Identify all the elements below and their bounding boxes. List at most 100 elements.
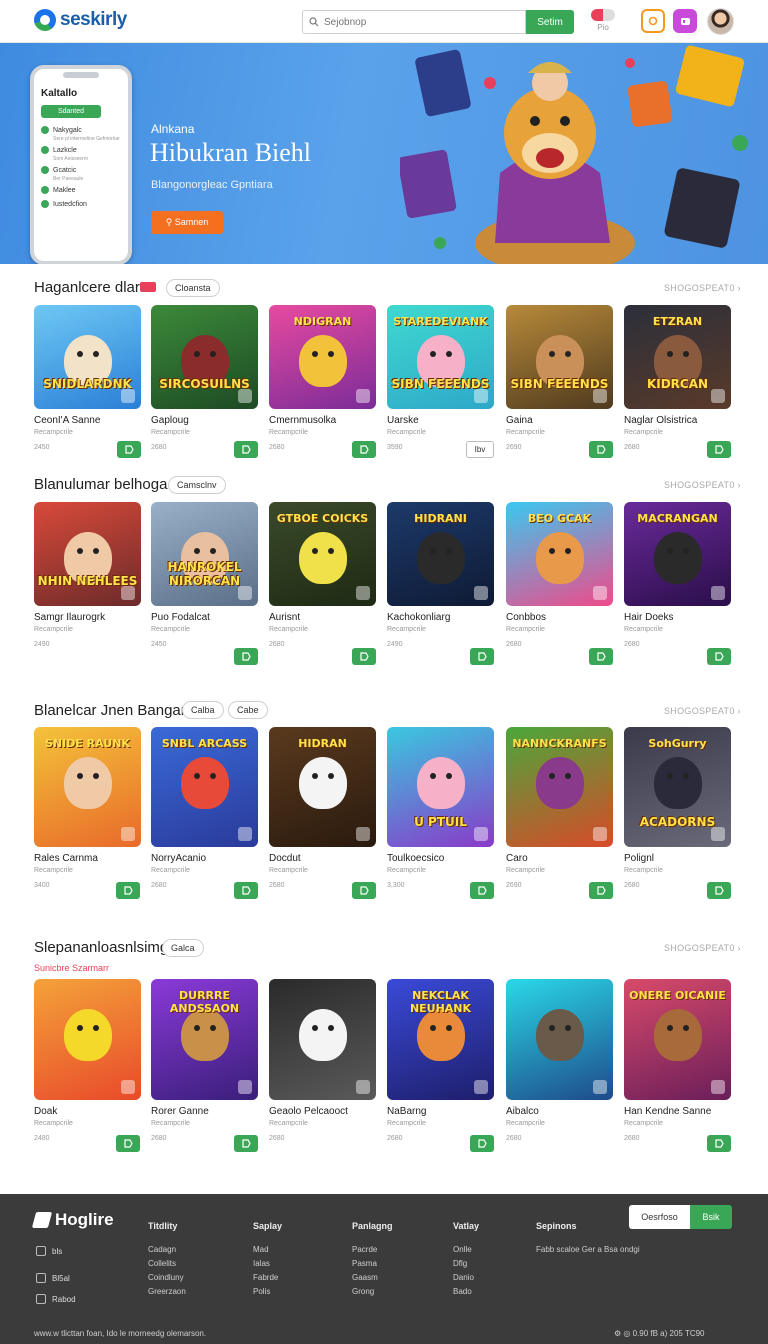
game-character bbox=[299, 532, 347, 584]
footer-side-item[interactable]: bls bbox=[36, 1246, 62, 1256]
see-all-link[interactable]: SHOGOSPEAT0 › bbox=[664, 943, 741, 953]
footer-link[interactable]: Danio bbox=[453, 1273, 479, 1282]
see-all-link[interactable]: SHOGOSPEAT0 › bbox=[664, 706, 741, 716]
game-card[interactable]: ONERE OICANIE Han Kendne Sanne Recampcri… bbox=[624, 979, 731, 1152]
play-button[interactable] bbox=[707, 648, 731, 665]
game-card[interactable]: BEO GCAK Conbbos Recampcrile 2680 bbox=[506, 502, 613, 665]
play-button[interactable] bbox=[470, 1135, 494, 1152]
see-all-link[interactable]: SHOGOSPEAT0 › bbox=[664, 480, 741, 490]
game-card[interactable]: NANNCKRANFS Caro Recampcrile 2690 bbox=[506, 727, 613, 899]
footer-link[interactable]: Fabrde bbox=[253, 1273, 282, 1282]
subscribe-button[interactable]: Bsik bbox=[690, 1205, 732, 1229]
play-button[interactable] bbox=[116, 882, 140, 899]
footer-link[interactable]: Mad bbox=[253, 1245, 282, 1254]
game-card[interactable]: ETZRAN KIDRCAN Naglar Olsistrica Recampcr… bbox=[624, 305, 731, 458]
search-box[interactable] bbox=[302, 10, 526, 34]
play-button[interactable] bbox=[234, 1135, 258, 1152]
toggle-widget[interactable]: Pio bbox=[590, 9, 616, 35]
game-card[interactable]: HIDRAN Docdut Recampcrile 2680 bbox=[269, 727, 376, 899]
footer-link[interactable]: Gaasm bbox=[352, 1273, 393, 1282]
play-button[interactable] bbox=[707, 882, 731, 899]
play-button[interactable] bbox=[117, 441, 141, 458]
game-name: Hair Doeks bbox=[624, 612, 674, 623]
footer-side-item[interactable]: Rabod bbox=[36, 1294, 76, 1304]
play-button[interactable] bbox=[352, 882, 376, 899]
footer-link[interactable]: Cadagn bbox=[148, 1245, 186, 1254]
play-button[interactable] bbox=[589, 441, 613, 458]
game-card[interactable]: SNBL ARCASS NorryAcanio Recampcrile 2680 bbox=[151, 727, 258, 899]
play-button[interactable] bbox=[352, 648, 376, 665]
footer-link[interactable]: Polis bbox=[253, 1287, 282, 1296]
game-card[interactable]: SIBN FEEENDS Gaina Recampcrile 2690 bbox=[506, 305, 613, 458]
game-card[interactable]: GTBOE COICKS Aurisnt Recampcrile 2680 bbox=[269, 502, 376, 665]
footer-link[interactable]: Coindluny bbox=[148, 1273, 186, 1282]
game-thumbnail: HIDRAN bbox=[269, 727, 376, 847]
game-art-title: NANNCKRANFS bbox=[512, 737, 607, 750]
filter-chip[interactable]: Calba bbox=[182, 701, 224, 719]
play-button[interactable] bbox=[707, 1135, 731, 1152]
logo[interactable]: seskirly bbox=[34, 9, 127, 31]
game-subtitle: Recampcrile bbox=[506, 867, 545, 874]
filter-chip[interactable]: Cabe bbox=[228, 701, 268, 719]
game-subtitle: Recampcrile bbox=[506, 626, 545, 633]
play-button[interactable] bbox=[470, 882, 494, 899]
search-button[interactable]: Setim bbox=[526, 10, 574, 34]
footer-link[interactable]: Ialas bbox=[253, 1259, 282, 1268]
game-card[interactable]: SNIDLARDNK CeonI'A Sanne Recampcrile 245… bbox=[34, 305, 141, 458]
settings-icon[interactable]: ⚙ ◎ bbox=[614, 1329, 633, 1338]
corner-badge-icon bbox=[121, 389, 135, 403]
footer-link[interactable]: Grong bbox=[352, 1287, 393, 1296]
game-card[interactable]: NEKCLAK NEUHANK NaBarng Recampcrile 2680 bbox=[387, 979, 494, 1152]
play-button[interactable] bbox=[234, 648, 258, 665]
play-icon bbox=[477, 1139, 487, 1148]
footer: Hoglire bls Bl5al Rabod Titdlity Cadagn … bbox=[0, 1194, 768, 1344]
game-card[interactable]: STAREDEVIANK SIBN FEEENDS Uarske Recampcr… bbox=[387, 305, 494, 458]
footer-link[interactable]: Dflg bbox=[453, 1259, 479, 1268]
game-card[interactable]: SohGurry ACADORNS Polignl Recampcrile 268… bbox=[624, 727, 731, 899]
game-card[interactable]: Geaolo Pelcaooct Recampcrile 2680 bbox=[269, 979, 376, 1142]
footer-link[interactable]: Pasma bbox=[352, 1259, 393, 1268]
game-card[interactable]: HANROKEL NIRORCAN Puo Fodalcat Recampcri… bbox=[151, 502, 258, 665]
game-card[interactable]: MACRANGAN Hair Doeks Recampcrile 2680 bbox=[624, 502, 731, 665]
footer-side-item[interactable]: Bl5al bbox=[36, 1273, 70, 1283]
footer-link[interactable]: Collelits bbox=[148, 1259, 186, 1268]
game-card[interactable]: HIDRANI Kachokonliarg Recampcrile 2490 bbox=[387, 502, 494, 665]
game-card[interactable]: SIRCOSUILNS Gaploug Recampcrile 2680 bbox=[151, 305, 258, 458]
hero-search-button[interactable]: ⚲ Samnen bbox=[151, 211, 223, 234]
footer-logo-text: Hoglire bbox=[55, 1210, 114, 1229]
play-icon bbox=[123, 886, 133, 895]
play-button[interactable] bbox=[589, 648, 613, 665]
corner-badge-icon bbox=[711, 1080, 725, 1094]
avatar[interactable] bbox=[707, 8, 734, 35]
filter-chip[interactable]: Cloansta bbox=[166, 279, 220, 297]
game-card[interactable]: DURRRE ANDSSAON Rorer Ganne Recampcrile … bbox=[151, 979, 258, 1152]
game-thumbnail bbox=[34, 979, 141, 1100]
game-card[interactable]: U PTUIL Toulkoecsico Recampcrile 3,300 bbox=[387, 727, 494, 899]
footer-link[interactable]: Onlle bbox=[453, 1245, 479, 1254]
game-card[interactable]: Doak Recampcrile 2480 bbox=[34, 979, 141, 1152]
camera-button[interactable] bbox=[641, 9, 665, 33]
game-card[interactable]: SNIDE RAUNK Rales Carnma Recampcrile 340… bbox=[34, 727, 141, 899]
footer-logo[interactable]: Hoglire bbox=[31, 1210, 114, 1230]
play-button[interactable] bbox=[352, 441, 376, 458]
play-button[interactable] bbox=[470, 648, 494, 665]
footer-link[interactable]: Greerzaon bbox=[148, 1287, 186, 1296]
details-button[interactable]: Ibv bbox=[466, 441, 494, 458]
see-all-link[interactable]: SHOGOSPEAT0 › bbox=[664, 283, 741, 293]
play-button[interactable] bbox=[116, 1135, 140, 1152]
play-button[interactable] bbox=[234, 441, 258, 458]
play-button[interactable] bbox=[707, 441, 731, 458]
footer-link[interactable]: Bado bbox=[453, 1287, 479, 1296]
play-button[interactable] bbox=[589, 882, 613, 899]
play-button[interactable] bbox=[234, 882, 258, 899]
filter-chip[interactable]: Galca bbox=[162, 939, 204, 957]
game-character bbox=[181, 757, 229, 809]
footer-link[interactable]: Pacrde bbox=[352, 1245, 393, 1254]
search-input[interactable] bbox=[324, 16, 504, 28]
game-card[interactable]: Aibalco Recampcrile 2680 bbox=[506, 979, 613, 1142]
subscribe-input[interactable]: Oesrfoso bbox=[629, 1205, 690, 1229]
game-card[interactable]: NDIGRAN Cmernmusolka Recampcrile 2680 bbox=[269, 305, 376, 458]
game-card[interactable]: NHIN NEHLEES Samgr Ilaurogrk Recampcrile… bbox=[34, 502, 141, 648]
filter-chip[interactable]: Camsclnv bbox=[168, 476, 226, 494]
game-button[interactable] bbox=[673, 9, 697, 33]
